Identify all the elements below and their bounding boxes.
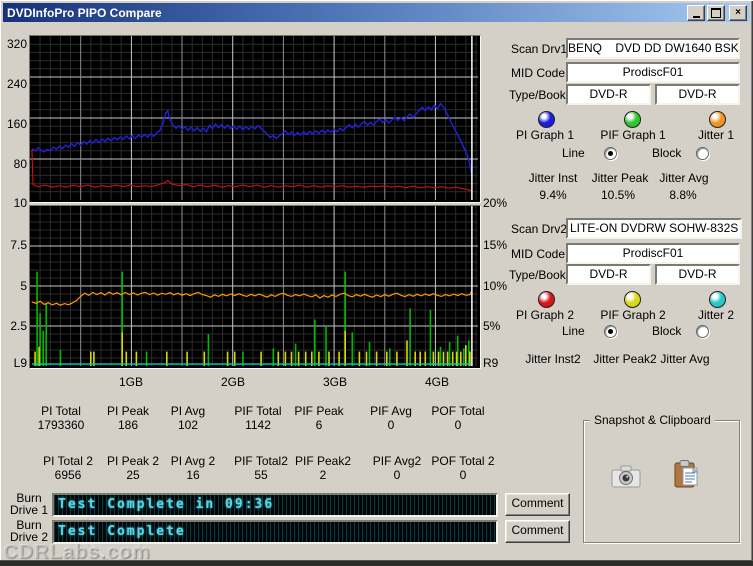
pif-graph-2-led[interactable] <box>624 291 641 308</box>
comment-1-button[interactable]: Comment <box>505 493 570 516</box>
block-1-radio[interactable] <box>696 147 709 160</box>
burn-drive1-label-line2: Drive 1 <box>9 503 48 517</box>
mid-code1-field[interactable]: ProdiscF01 <box>566 62 740 83</box>
y-axis-label: 10 <box>13 196 27 210</box>
burn-drive1-lcd: Test Complete in 09:36 <box>52 493 498 517</box>
jitter-1-led[interactable] <box>709 111 726 128</box>
y-axis-label: 160 <box>6 117 27 131</box>
window-title: DVDInfoPro PIPO Compare <box>7 5 162 20</box>
y-axis-label: 5 <box>20 279 27 293</box>
jitter-inst2-label: Jitter Inst2 <box>525 352 581 366</box>
jitter-avg-value: 8.8% <box>669 188 697 202</box>
snapshot-clipboard-title: Snapshot & Clipboard <box>590 413 715 427</box>
scan-drv1-field[interactable]: BENQ DVD DD DW1640 BSKB <box>566 38 740 59</box>
type-book1-label: Type/Book <box>509 88 566 102</box>
mid-code2-field[interactable]: ProdiscF01 <box>566 243 740 264</box>
pi-graph-1-label: PI Graph 1 <box>515 128 575 142</box>
line-1-label: Line <box>562 146 585 160</box>
stat-label: POF Total <box>431 404 485 418</box>
copy-to-clipboard-button[interactable] <box>671 459 701 492</box>
maximize-button[interactable] <box>707 5 725 21</box>
pif-jitter-plot <box>29 205 481 369</box>
y-axis-label: L9 <box>13 356 27 370</box>
maximize-icon <box>711 8 721 18</box>
type2-field-a[interactable]: DVD-R <box>566 264 651 285</box>
minimize-button[interactable] <box>687 5 705 21</box>
x-axis-label: 1GB <box>118 375 143 389</box>
title-bar[interactable]: DVDInfoPro PIPO Compare × <box>3 3 750 22</box>
line-1-radio[interactable] <box>604 147 617 160</box>
scan-drv1-label: Scan Drv1 <box>511 42 568 56</box>
pi-graph-2-led[interactable] <box>538 291 555 308</box>
camera-snapshot-button[interactable] <box>610 463 642 492</box>
pif-graph-2-label: PIF Graph 2 <box>600 308 666 322</box>
pif-plot-svg <box>30 206 478 366</box>
jitter-2-label: Jitter 2 <box>697 308 734 322</box>
x-axis-label: 4GB <box>424 375 449 389</box>
type1-field-a[interactable]: DVD-R <box>566 84 651 105</box>
y-axis-label-right: R9 <box>483 356 499 370</box>
jitter-avg-label: Jitter Avg <box>659 171 709 185</box>
type2-field-b[interactable]: DVD-R <box>655 264 740 285</box>
minimize-icon <box>692 15 700 18</box>
pif-graph-1-led[interactable] <box>624 111 641 128</box>
mid-code1-label: MID Code <box>511 66 566 80</box>
clipboard-icon <box>674 460 699 488</box>
block-2-label: Block <box>652 324 682 338</box>
close-button[interactable]: × <box>729 5 747 21</box>
block-2-radio[interactable] <box>696 325 709 338</box>
comment-2-button[interactable]: Comment <box>505 520 570 543</box>
snapshot-clipboard-group <box>583 420 740 543</box>
stat-value: 0 <box>454 418 462 432</box>
y-axis-label: 2.5 <box>10 319 27 333</box>
block-1-label: Block <box>652 146 682 160</box>
type1-field-b[interactable]: DVD-R <box>655 84 740 105</box>
y-axis-label: 320 <box>6 37 27 51</box>
pi-graph-1-led[interactable] <box>538 111 555 128</box>
y-axis-label: 240 <box>6 77 27 91</box>
dvdinfopro-window: DVDInfoPro PIPO Compare × 320 240 160 80… <box>0 0 753 566</box>
y-axis-label-right: 15% <box>483 238 508 252</box>
jitter-1-label: Jitter 1 <box>697 128 734 142</box>
type-book2-label: Type/Book <box>509 268 566 282</box>
camera-icon <box>611 465 641 488</box>
stat-label: POF Total 2 <box>431 454 495 468</box>
line-2-label: Line <box>562 324 585 338</box>
scan-drv2-field[interactable]: LITE-ON DVDRW SOHW-832S VS0 <box>566 218 742 239</box>
pi-errors-plot <box>29 35 481 203</box>
y-axis-label-right: 20% <box>483 196 508 210</box>
mid-code2-label: MID Code <box>511 247 566 261</box>
jitter-avg2-label: Jitter Avg <box>660 352 710 366</box>
pif-graph-1-label: PIF Graph 1 <box>600 128 666 142</box>
window-bottom-edge <box>0 560 753 566</box>
pi-graph-2-label: PI Graph 2 <box>515 308 575 322</box>
pi-plot-svg <box>30 36 478 200</box>
line-2-radio[interactable] <box>604 325 617 338</box>
jitter-2-led[interactable] <box>709 291 726 308</box>
x-axis-label: 3GB <box>322 375 347 389</box>
y-axis-label: 7.5 <box>10 238 27 252</box>
y-axis-label: 80 <box>13 157 27 171</box>
stat-value: 0 <box>459 468 467 482</box>
x-axis-label: 2GB <box>220 375 245 389</box>
scan-drv2-label: Scan Drv2 <box>511 222 568 236</box>
